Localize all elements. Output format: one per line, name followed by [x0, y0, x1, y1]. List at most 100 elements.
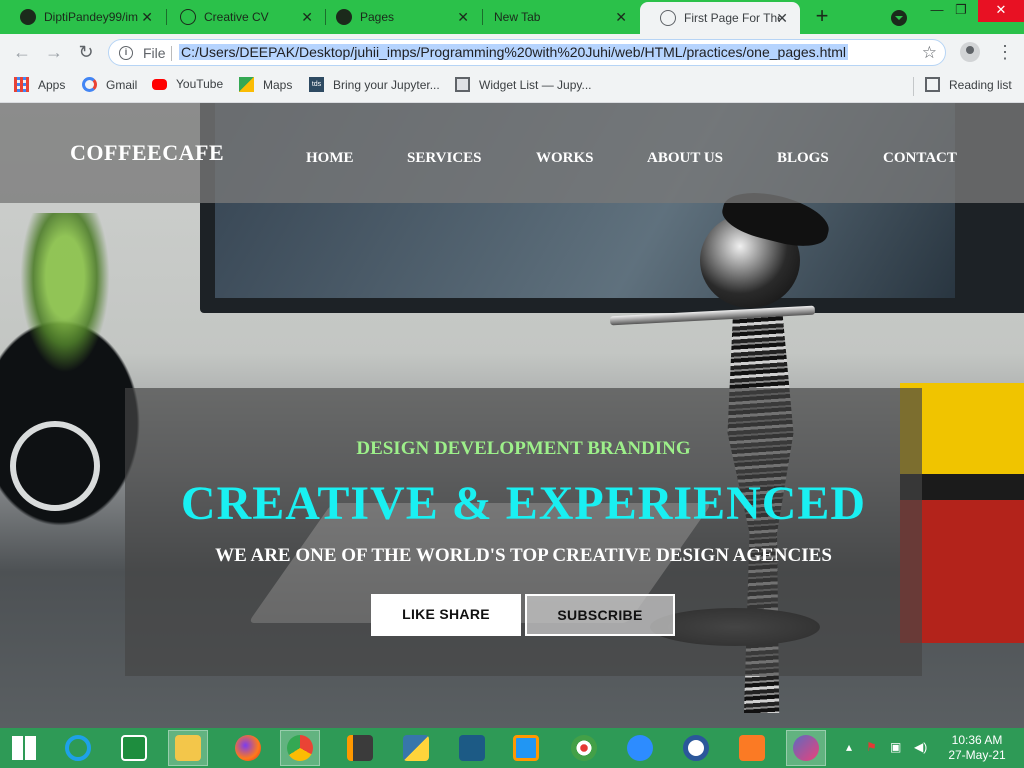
reading-list[interactable]: Reading list	[925, 77, 1012, 92]
new-tab-button[interactable]: +	[812, 5, 832, 27]
taskbar-python[interactable]	[396, 730, 436, 766]
system-clock[interactable]: 10:36 AM 27-May-21	[944, 733, 1010, 763]
background-plant	[20, 213, 110, 373]
site-logo[interactable]: COFFEECAFE	[70, 140, 224, 166]
bookmark-star-icon[interactable]: ☆	[922, 43, 937, 63]
nav-works[interactable]: WORKS	[536, 150, 594, 167]
tab-first-page[interactable]: First Page For The ✕	[640, 2, 800, 34]
globe-icon	[660, 10, 676, 26]
taskbar-sublime-text[interactable]	[340, 730, 380, 766]
paint3d-icon	[793, 735, 819, 761]
taskbar-paint[interactable]	[564, 730, 604, 766]
network-icon[interactable]: ▣	[890, 740, 901, 754]
show-hidden-icons-icon[interactable]: ▴	[846, 740, 852, 754]
ms-access-icon	[683, 735, 709, 761]
youtube-icon	[152, 78, 167, 90]
nav-contact[interactable]: CONTACT	[883, 150, 957, 167]
apps-grid-icon	[14, 77, 29, 92]
reload-icon[interactable]: ↻	[76, 42, 96, 62]
hero-tagline: WE ARE ONE OF THE WORLD'S TOP CREATIVE D…	[215, 545, 832, 566]
bookmark-label: Gmail	[106, 77, 138, 92]
bookmark-youtube[interactable]: YouTube	[152, 77, 223, 91]
bookmark-gmail[interactable]: Gmail	[82, 77, 137, 92]
bookmark-apps[interactable]: Apps	[14, 77, 65, 92]
back-arrow-icon[interactable]: ←	[12, 42, 32, 62]
tab-title: First Page For The	[684, 11, 780, 25]
tab-search-icon[interactable]	[891, 10, 907, 26]
taskbar-internet-explorer[interactable]	[58, 730, 98, 766]
bookmark-jupyter[interactable]: tds Bring your Jupyter...	[309, 77, 440, 92]
bookmark-label: Widget List — Jupy...	[479, 77, 592, 92]
site-header: COFFEECAFE HOME SERVICES WORKS ABOUT US …	[0, 103, 1024, 203]
taskbar-store[interactable]	[114, 730, 154, 766]
background-camera	[10, 421, 100, 511]
internet-explorer-icon	[65, 735, 91, 761]
close-tab-icon[interactable]: ✕	[301, 10, 313, 24]
taskbar-media-player[interactable]	[506, 730, 546, 766]
close-tab-icon[interactable]: ✕	[615, 10, 627, 24]
close-tab-icon[interactable]: ✕	[776, 11, 788, 25]
hero-panel: DESIGN DEVELOPMENT BRANDING CREATIVE & E…	[125, 388, 922, 676]
close-window-icon[interactable]: ✕	[978, 0, 1024, 22]
close-tab-icon[interactable]: ✕	[141, 10, 153, 24]
tab-new-tab[interactable]: New Tab ✕	[474, 0, 639, 34]
nav-about-us[interactable]: ABOUT US	[647, 150, 723, 167]
like-share-button[interactable]: LIKE SHARE	[371, 594, 521, 636]
python-icon	[403, 735, 429, 761]
forward-arrow-icon[interactable]: →	[44, 42, 64, 62]
github-icon	[20, 9, 36, 25]
reading-list-label: Reading list	[949, 77, 1012, 92]
taskbar-paint3d[interactable]	[786, 730, 826, 766]
tab-title: New Tab	[494, 10, 541, 24]
taskbar-file-explorer[interactable]	[168, 730, 208, 766]
restore-window-icon[interactable]: ❐	[945, 0, 977, 22]
bookmark-label: Bring your Jupyter...	[333, 77, 440, 92]
start-button[interactable]	[4, 730, 44, 766]
firefox-icon	[235, 735, 261, 761]
zoom-icon	[627, 735, 653, 761]
nav-blogs[interactable]: BLOGS	[777, 150, 829, 167]
close-tab-icon[interactable]: ✕	[457, 10, 469, 24]
web-page: COFFEECAFE HOME SERVICES WORKS ABOUT US …	[0, 103, 1024, 728]
taskbar-zoom[interactable]	[620, 730, 660, 766]
xampp-icon	[739, 735, 765, 761]
tab-pages[interactable]: Pages ✕	[316, 0, 481, 34]
taskbar-chrome[interactable]	[280, 730, 320, 766]
tab-strip: DiptiPandey99/im ✕ Creative CV ✕ Pages ✕…	[0, 0, 1024, 34]
nav-home[interactable]: HOME	[306, 150, 354, 167]
tab-creative-cv[interactable]: Creative CV ✕	[160, 0, 325, 34]
address-divider	[171, 46, 172, 61]
hero-subtitle: DESIGN DEVELOPMENT BRANDING	[356, 438, 691, 459]
url-text[interactable]: C:/Users/DEEPAK/Desktop/juhii_imps/Progr…	[179, 44, 849, 60]
bookmark-widget-list[interactable]: Widget List — Jupy...	[455, 77, 591, 92]
reading-list-icon	[925, 77, 940, 92]
globe-icon	[180, 9, 196, 25]
bookmarks-separator	[913, 77, 914, 96]
nav-services[interactable]: SERVICES	[407, 150, 482, 167]
mysql-icon	[459, 735, 485, 761]
paint-icon	[571, 735, 597, 761]
taskbar-xampp[interactable]	[732, 730, 772, 766]
taskbar-firefox[interactable]	[228, 730, 268, 766]
bookmark-label: YouTube	[176, 77, 224, 91]
scheme-label: File	[143, 45, 166, 61]
start-icon	[12, 736, 36, 760]
bookmark-label: Maps	[263, 77, 293, 92]
bookmark-maps[interactable]: Maps	[239, 77, 292, 92]
google-icon	[82, 77, 97, 92]
clock-date: 27-May-21	[948, 748, 1006, 762]
volume-icon[interactable]: ◀)	[914, 740, 927, 754]
subscribe-button[interactable]: SUBSCRIBE	[525, 594, 675, 636]
taskbar-mysql[interactable]	[452, 730, 492, 766]
site-info-icon[interactable]: i	[119, 46, 133, 60]
tab-github-repo[interactable]: DiptiPandey99/im ✕	[0, 0, 165, 34]
chrome-icon	[287, 735, 313, 761]
profile-avatar-icon[interactable]	[960, 42, 980, 62]
file-explorer-icon	[175, 735, 201, 761]
maps-icon	[239, 77, 254, 92]
action-center-flag-icon[interactable]: ⚑	[866, 740, 877, 754]
address-bar[interactable]: i File C:/Users/DEEPAK/Desktop/juhii_imp…	[108, 39, 946, 66]
browser-menu-icon[interactable]: ⋮	[996, 42, 1014, 62]
clock-time: 10:36 AM	[951, 733, 1003, 747]
taskbar-ms-access[interactable]	[676, 730, 716, 766]
